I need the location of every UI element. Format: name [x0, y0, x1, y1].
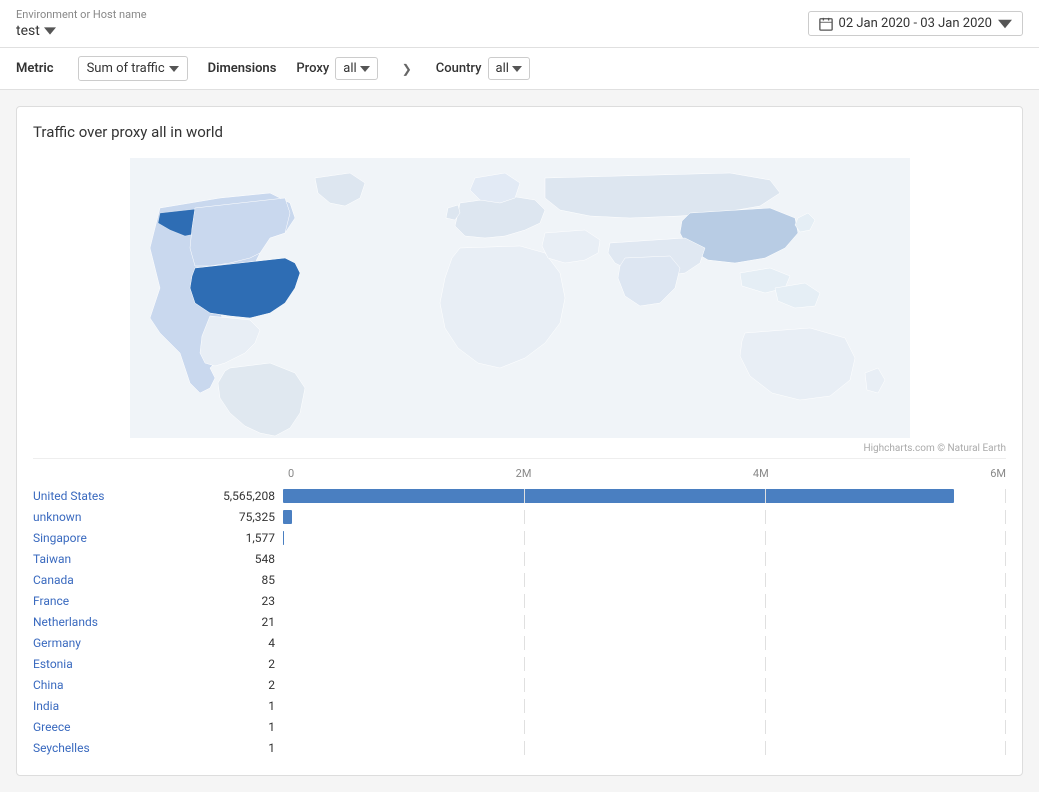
- proxy-label: Proxy: [296, 61, 329, 76]
- row-value: 4: [193, 636, 283, 650]
- table-row: Canada 85: [33, 570, 1006, 590]
- row-label[interactable]: United States: [33, 489, 193, 503]
- x-label-4m: 4M: [753, 467, 769, 480]
- row-bar-container: [283, 741, 1006, 755]
- env-value: test: [16, 23, 40, 39]
- map-svg: [130, 158, 910, 438]
- row-value: 1,577: [193, 531, 283, 545]
- row-value: 75,325: [193, 510, 283, 524]
- row-bar-container: [283, 636, 1006, 650]
- env-selector[interactable]: Environment or Host name test: [16, 8, 147, 39]
- row-label[interactable]: Canada: [33, 573, 193, 587]
- x-axis: 0 2M 4M 6M: [33, 467, 1006, 486]
- country-group: Country all: [436, 57, 530, 80]
- row-value: 2: [193, 678, 283, 692]
- row-label[interactable]: India: [33, 699, 193, 713]
- chart-title: Traffic over proxy all in world: [33, 123, 1006, 141]
- dimensions-label: Dimensions: [208, 61, 277, 76]
- row-label[interactable]: Greece: [33, 720, 193, 734]
- row-bar-container: [283, 552, 1006, 566]
- table-row: Estonia 2: [33, 654, 1006, 674]
- table-row: Germany 4: [33, 633, 1006, 653]
- row-label[interactable]: Netherlands: [33, 615, 193, 629]
- table-row: unknown 75,325: [33, 507, 1006, 527]
- chevron-down-icon: [169, 66, 179, 72]
- row-label[interactable]: Estonia: [33, 657, 193, 671]
- row-bar-container: [283, 489, 1006, 503]
- row-label[interactable]: Singapore: [33, 531, 193, 545]
- proxy-select[interactable]: all: [335, 57, 377, 80]
- chevron-down-icon: [998, 17, 1012, 31]
- country-select[interactable]: all: [488, 57, 530, 80]
- row-value: 85: [193, 573, 283, 587]
- row-label[interactable]: Seychelles: [33, 741, 193, 755]
- table-row: Singapore 1,577: [33, 528, 1006, 548]
- row-bar-container: [283, 615, 1006, 629]
- x-label-2m: 2M: [516, 467, 532, 480]
- row-bar-container: [283, 657, 1006, 671]
- row-bar: [283, 489, 954, 503]
- row-label[interactable]: France: [33, 594, 193, 608]
- row-label[interactable]: unknown: [33, 510, 193, 524]
- chevron-down-icon: [512, 66, 522, 72]
- row-label[interactable]: Taiwan: [33, 552, 193, 566]
- row-value: 1: [193, 699, 283, 713]
- date-range-picker[interactable]: 02 Jan 2020 - 03 Jan 2020: [808, 11, 1023, 36]
- row-bar: [283, 510, 292, 524]
- row-value: 1: [193, 720, 283, 734]
- metric-value: Sum of traffic: [87, 61, 165, 76]
- env-select[interactable]: test: [16, 23, 147, 39]
- table-row: Netherlands 21: [33, 612, 1006, 632]
- metric-label: Metric: [16, 61, 54, 76]
- world-map: [33, 153, 1006, 443]
- x-label-6m: 6M: [990, 467, 1006, 480]
- row-bar-container: [283, 699, 1006, 713]
- toolbar: Metric Sum of traffic Dimensions Proxy a…: [0, 48, 1039, 90]
- row-bar-container: [283, 678, 1006, 692]
- row-value: 5,565,208: [193, 489, 283, 503]
- row-value: 21: [193, 615, 283, 629]
- table-row: India 1: [33, 696, 1006, 716]
- main-content: Traffic over proxy all in world: [0, 90, 1039, 792]
- date-range-value: 02 Jan 2020 - 03 Jan 2020: [839, 16, 992, 31]
- top-bar: Environment or Host name test 02 Jan 202…: [0, 0, 1039, 48]
- chevron-down-icon: [44, 25, 56, 37]
- arrow-icon: ❯: [402, 62, 412, 76]
- metric-select[interactable]: Sum of traffic: [78, 56, 188, 81]
- table-row: Taiwan 548: [33, 549, 1006, 569]
- env-label: Environment or Host name: [16, 8, 147, 21]
- table-row: China 2: [33, 675, 1006, 695]
- row-bar-container: [283, 594, 1006, 608]
- x-label-0: 0: [288, 467, 294, 480]
- attribution: Highcharts.com © Natural Earth: [33, 443, 1006, 454]
- row-label[interactable]: China: [33, 678, 193, 692]
- table-row: Seychelles 1: [33, 738, 1006, 758]
- row-bar-container: [283, 510, 1006, 524]
- chart-container: Traffic over proxy all in world: [16, 106, 1023, 776]
- row-bar-container: [283, 573, 1006, 587]
- proxy-value: all: [343, 61, 356, 76]
- country-value: all: [496, 61, 509, 76]
- row-bar-container: [283, 720, 1006, 734]
- table-row: Greece 1: [33, 717, 1006, 737]
- row-value: 2: [193, 657, 283, 671]
- table-row: France 23: [33, 591, 1006, 611]
- table-row: United States 5,565,208: [33, 486, 1006, 506]
- chevron-down-icon: [360, 66, 370, 72]
- row-value: 1: [193, 741, 283, 755]
- country-label: Country: [436, 61, 482, 76]
- row-label[interactable]: Germany: [33, 636, 193, 650]
- row-value: 548: [193, 552, 283, 566]
- calendar-icon: [819, 17, 833, 31]
- proxy-group: Proxy all: [296, 57, 377, 80]
- data-rows: United States 5,565,208 unknown 75,325 S…: [33, 486, 1006, 758]
- row-bar-container: [283, 531, 1006, 545]
- row-value: 23: [193, 594, 283, 608]
- bar-chart-area: 0 2M 4M 6M United States 5,565,208 unkno…: [33, 458, 1006, 758]
